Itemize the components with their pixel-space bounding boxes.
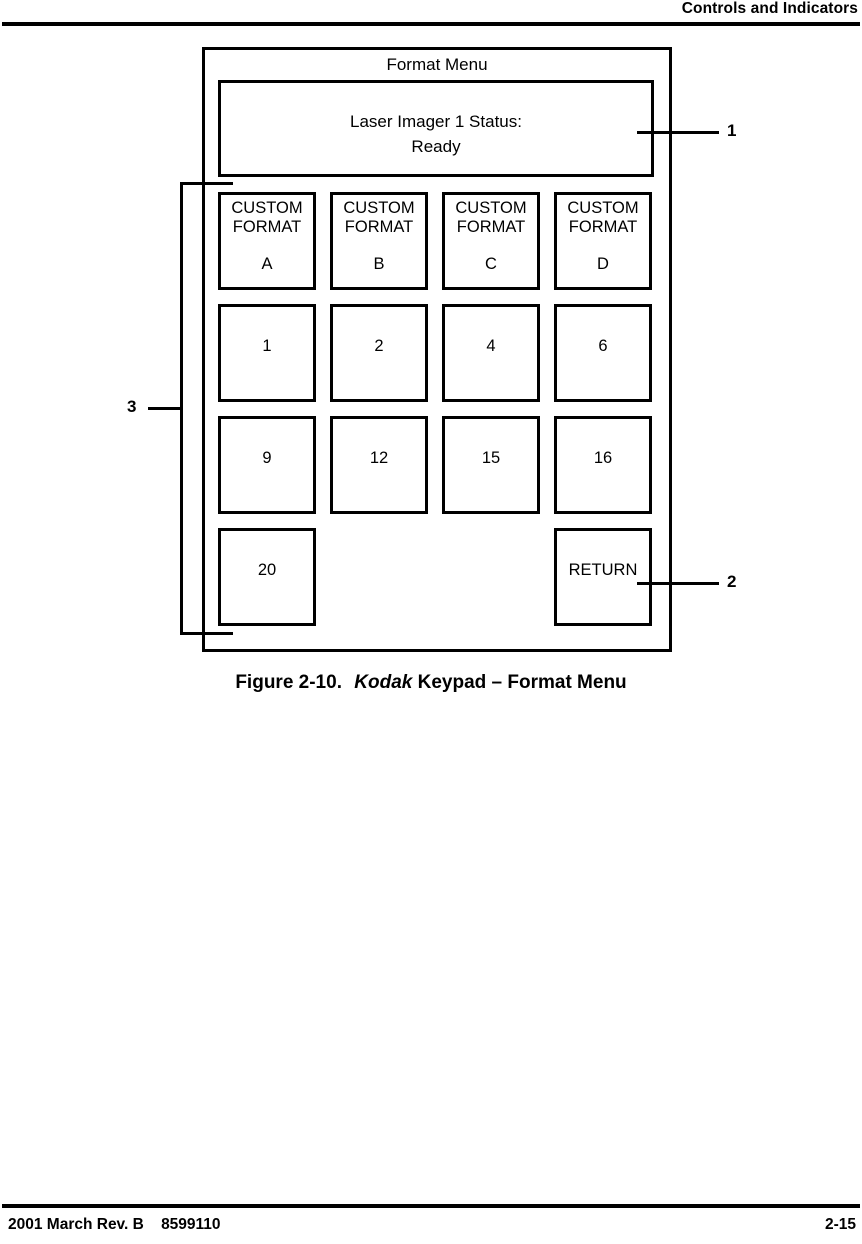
callout-3-bracket-bottom-arm <box>180 632 233 635</box>
callout-1-leader-line <box>637 131 719 134</box>
figure-caption: Figure 2-10. Kodak Keypad – Format Menu <box>0 672 862 694</box>
key-label: 1 <box>262 337 272 355</box>
page-footer: 2001 March Rev. B 8599110 2-15 <box>0 1190 862 1244</box>
key-4[interactable]: 4 <box>442 304 540 402</box>
key-row-quantity-1: 1 2 4 6 <box>218 304 654 402</box>
key-6[interactable]: 6 <box>554 304 652 402</box>
callout-2-leader-line <box>637 582 719 585</box>
key-custom-format-b[interactable]: CUSTOM FORMAT B <box>330 192 428 290</box>
key-16[interactable]: 16 <box>554 416 652 514</box>
callout-1-number: 1 <box>727 121 737 140</box>
format-menu-title: Format Menu <box>386 55 488 74</box>
key-label: 4 <box>486 337 496 355</box>
figure-caption-rest: Keypad – Format Menu <box>417 672 627 693</box>
key-blank-2 <box>442 528 540 626</box>
status-line-1: Laser Imager 1 Status: <box>350 112 522 131</box>
key-label-top: CUSTOM FORMAT <box>343 199 415 236</box>
key-label-top: CUSTOM FORMAT <box>231 199 303 236</box>
key-return[interactable]: RETURN <box>554 528 652 626</box>
footer-divider-rule <box>2 1204 860 1208</box>
key-custom-format-c[interactable]: CUSTOM FORMAT C <box>442 192 540 290</box>
key-row-quantity-2: 9 12 15 16 <box>218 416 654 514</box>
key-label-bottom: C <box>485 255 497 273</box>
keypad-key-grid: CUSTOM FORMAT A CUSTOM FORMAT B CUSTOM F… <box>218 192 654 626</box>
key-custom-format-a[interactable]: CUSTOM FORMAT A <box>218 192 316 290</box>
key-label: RETURN <box>568 561 638 579</box>
key-label: 15 <box>481 449 501 467</box>
key-2[interactable]: 2 <box>330 304 428 402</box>
key-label: 20 <box>257 561 277 579</box>
status-display-window: Laser Imager 1 Status: Ready <box>218 80 654 177</box>
key-20[interactable]: 20 <box>218 528 316 626</box>
status-line-2: Ready <box>411 137 461 156</box>
key-label: 6 <box>598 337 608 355</box>
status-display-text: Laser Imager 1 Status: Ready <box>221 109 651 159</box>
key-custom-format-d[interactable]: CUSTOM FORMAT D <box>554 192 652 290</box>
key-label: 16 <box>593 449 613 467</box>
key-1[interactable]: 1 <box>218 304 316 402</box>
key-label: 2 <box>374 337 384 355</box>
key-15[interactable]: 15 <box>442 416 540 514</box>
key-9[interactable]: 9 <box>218 416 316 514</box>
figure-caption-brand: Kodak <box>354 672 413 693</box>
footer-revision-text: 2001 March Rev. B 8599110 <box>8 1216 221 1233</box>
key-row-custom-formats: CUSTOM FORMAT A CUSTOM FORMAT B CUSTOM F… <box>218 192 654 290</box>
key-label-top: CUSTOM FORMAT <box>567 199 639 236</box>
key-12[interactable]: 12 <box>330 416 428 514</box>
callout-3-number: 3 <box>127 397 137 416</box>
key-label: 12 <box>369 449 389 467</box>
figure-caption-number: Figure 2-10. <box>235 672 342 693</box>
key-blank-1 <box>330 528 428 626</box>
key-label-bottom: B <box>373 255 385 273</box>
footer-page-number: 2-15 <box>824 1216 856 1233</box>
callout-2-number: 2 <box>727 572 737 591</box>
key-label-bottom: A <box>261 255 273 273</box>
figure-2-10: Format Menu Laser Imager 1 Status: Ready… <box>0 0 862 720</box>
callout-3-bracket-top-arm <box>180 182 233 185</box>
key-label-top: CUSTOM FORMAT <box>455 199 527 236</box>
callout-3-leader-line <box>148 407 183 410</box>
key-label-bottom: D <box>597 255 609 273</box>
key-row-quantity-3: 20 RETURN <box>218 528 654 626</box>
key-label: 9 <box>262 449 272 467</box>
